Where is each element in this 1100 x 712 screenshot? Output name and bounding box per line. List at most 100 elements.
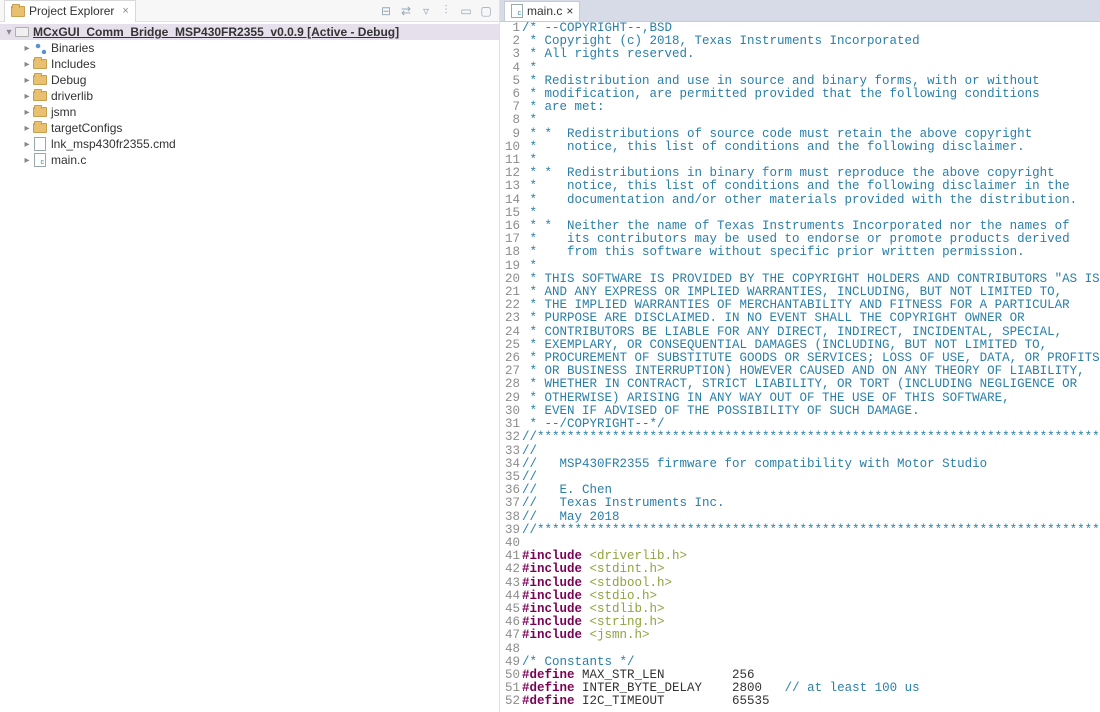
folder-icon <box>11 6 25 17</box>
tree-node-label: Debug <box>51 73 86 87</box>
tree-node[interactable]: ▸ lnk_msp430fr2355.cmd <box>0 136 499 152</box>
filter-icon[interactable]: ▿ <box>419 4 433 18</box>
tree-node-label: Binaries <box>51 41 94 55</box>
editor-tab-main-c[interactable]: main.c × <box>504 1 580 21</box>
tree-node[interactable]: ▸ driverlib <box>0 88 499 104</box>
tree-node[interactable]: ▸ Includes <box>0 56 499 72</box>
tree-node[interactable]: ▾ MCxGUI_Comm_Bridge_MSP430FR2355_v0.0.9 … <box>0 24 499 40</box>
tree-node-label: lnk_msp430fr2355.cmd <box>51 137 176 151</box>
line-number: 37 <box>500 497 522 510</box>
tree-node[interactable]: ▸ jsmn <box>0 104 499 120</box>
code-content: * from this software without specific pr… <box>522 246 1025 259</box>
link-with-editor-icon[interactable]: ⇄ <box>399 4 413 18</box>
chevron-right-icon[interactable]: ▸ <box>22 59 32 70</box>
tree-node-label: jsmn <box>51 105 76 119</box>
code-content: * notice, this list of conditions and th… <box>522 141 1025 154</box>
file-c-icon <box>32 153 48 167</box>
line-number: 49 <box>500 656 522 669</box>
code-line[interactable]: 52#define I2C_TIMEOUT 65535 <box>500 695 1100 708</box>
close-icon[interactable]: × <box>566 4 573 18</box>
tree-node[interactable]: ▸ main.c <box>0 152 499 168</box>
close-icon[interactable]: × <box>122 5 128 17</box>
project-icon <box>14 25 30 39</box>
tree-node[interactable]: ▸ targetConfigs <box>0 120 499 136</box>
line-number: 33 <box>500 445 522 458</box>
minimize-icon[interactable]: ▭ <box>459 4 473 18</box>
folder-icon <box>32 89 48 103</box>
line-number: 28 <box>500 378 522 391</box>
tree-node-label: main.c <box>51 153 86 167</box>
line-number: 8 <box>500 114 522 127</box>
line-number: 44 <box>500 590 522 603</box>
line-number: 19 <box>500 260 522 273</box>
code-line[interactable]: 34// MSP430FR2355 firmware for compatibi… <box>500 458 1100 471</box>
code-line[interactable]: 7 * are met: <box>500 101 1100 114</box>
line-number: 48 <box>500 643 522 656</box>
line-number: 24 <box>500 326 522 339</box>
code-line[interactable]: 32//************************************… <box>500 431 1100 444</box>
tree-node-label: Includes <box>51 57 96 71</box>
line-number: 43 <box>500 577 522 590</box>
folder-icon <box>32 57 48 71</box>
code-content: * All rights reserved. <box>522 48 695 61</box>
chevron-right-icon[interactable]: ▸ <box>22 75 32 86</box>
tree-node-label: driverlib <box>51 89 93 103</box>
tree-node-label: targetConfigs <box>51 121 122 135</box>
line-number: 9 <box>500 128 522 141</box>
line-number: 39 <box>500 524 522 537</box>
chevron-right-icon[interactable]: ▸ <box>22 43 32 54</box>
explorer-tabbar: Project Explorer × ⊟ ⇄ ▿ ⫶ ▭ ▢ <box>0 0 499 22</box>
line-number: 13 <box>500 180 522 193</box>
code-line[interactable]: 39//************************************… <box>500 524 1100 537</box>
editor-tabbar: main.c × <box>500 0 1100 22</box>
code-line[interactable]: 18 * from this software without specific… <box>500 246 1100 259</box>
view-menu-icon[interactable]: ⫶ <box>439 3 453 18</box>
editor-panel: main.c × 1/* --COPYRIGHT--,BSD2 * Copyri… <box>500 0 1100 712</box>
code-content: #include <jsmn.h> <box>522 629 650 642</box>
folder-icon <box>32 105 48 119</box>
line-number: 38 <box>500 511 522 524</box>
code-content: //**************************************… <box>522 431 1100 444</box>
chevron-right-icon[interactable]: ▸ <box>22 155 32 166</box>
tree-node-label: MCxGUI_Comm_Bridge_MSP430FR2355_v0.0.9 [… <box>33 25 399 39</box>
code-editor[interactable]: 1/* --COPYRIGHT--,BSD2 * Copyright (c) 2… <box>500 22 1100 712</box>
tree-node[interactable]: ▸ Binaries <box>0 40 499 56</box>
collapse-all-icon[interactable]: ⊟ <box>379 4 393 18</box>
line-number: 52 <box>500 695 522 708</box>
chevron-down-icon[interactable]: ▾ <box>4 27 14 38</box>
code-content: #define I2C_TIMEOUT 65535 <box>522 695 770 708</box>
file-icon <box>32 137 48 151</box>
chevron-right-icon[interactable]: ▸ <box>22 91 32 102</box>
chevron-right-icon[interactable]: ▸ <box>22 107 32 118</box>
line-number: 23 <box>500 312 522 325</box>
code-line[interactable]: 47#include <jsmn.h> <box>500 629 1100 642</box>
code-content: //**************************************… <box>522 524 1100 537</box>
explorer-tab-label: Project Explorer <box>29 4 114 18</box>
line-number: 29 <box>500 392 522 405</box>
code-content: // MSP430FR2355 firmware for compatibili… <box>522 458 987 471</box>
line-number: 4 <box>500 62 522 75</box>
folder-icon <box>32 73 48 87</box>
folder-icon <box>32 121 48 135</box>
chevron-right-icon[interactable]: ▸ <box>22 123 32 134</box>
code-line[interactable]: 3 * All rights reserved. <box>500 48 1100 61</box>
explorer-toolbar: ⊟ ⇄ ▿ ⫶ ▭ ▢ <box>379 3 499 18</box>
code-line[interactable]: 10 * notice, this list of conditions and… <box>500 141 1100 154</box>
line-number: 14 <box>500 194 522 207</box>
project-tree[interactable]: ▾ MCxGUI_Comm_Bridge_MSP430FR2355_v0.0.9 … <box>0 22 499 712</box>
line-number: 34 <box>500 458 522 471</box>
chevron-right-icon[interactable]: ▸ <box>22 139 32 150</box>
maximize-icon[interactable]: ▢ <box>479 4 493 18</box>
line-number: 42 <box>500 563 522 576</box>
explorer-tab[interactable]: Project Explorer × <box>4 0 136 22</box>
code-line[interactable]: 14 * documentation and/or other material… <box>500 194 1100 207</box>
binaries-icon <box>32 41 48 55</box>
line-number: 18 <box>500 246 522 259</box>
project-explorer-panel: Project Explorer × ⊟ ⇄ ▿ ⫶ ▭ ▢ ▾ MCxGUI_C… <box>0 0 500 712</box>
line-number: 3 <box>500 48 522 61</box>
line-number: 32 <box>500 431 522 444</box>
line-number: 47 <box>500 629 522 642</box>
tree-node[interactable]: ▸ Debug <box>0 72 499 88</box>
editor-tab-label: main.c <box>527 4 562 18</box>
code-content: * documentation and/or other materials p… <box>522 194 1077 207</box>
